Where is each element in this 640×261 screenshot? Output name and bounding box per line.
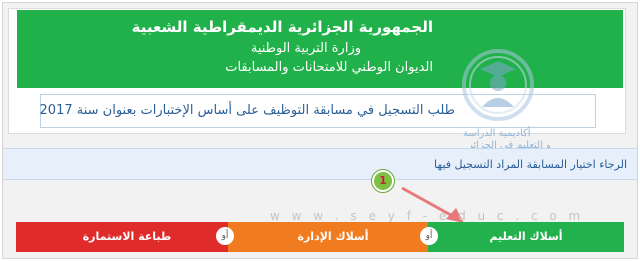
watermark-academy-line1: أكاديمية الدراسة (463, 128, 531, 139)
administration-corps-button[interactable]: أسلاك الإدارة (228, 222, 438, 252)
office-name: الديوان الوطني للامتحانات والمسابقات (225, 60, 433, 75)
step-number-badge: 1 (372, 170, 394, 192)
or-separator: أو (216, 227, 234, 245)
exam-type-buttons: طباعة الاستمارة أسلاك الإدارة أسلاك التع… (16, 222, 624, 252)
page-title: طلب التسجيل في مسابقة التوظيف على أساس ا… (39, 103, 455, 118)
teaching-corps-button[interactable]: أسلاك التعليم (428, 222, 624, 252)
or-separator: أو (420, 227, 438, 245)
republic-name: الجمهورية الجزائرية الديمقراطية الشعبية (131, 18, 433, 36)
teaching-corps-label: أسلاك التعليم (489, 230, 563, 243)
administration-corps-label: أسلاك الإدارة (297, 230, 369, 243)
instruction-text: الرجاء اختيار المسابقة المراد التسجيل في… (434, 158, 627, 171)
ministry-name: وزارة التربية الوطنية (250, 41, 361, 56)
instruction-bar: الرجاء اختيار المسابقة المراد التسجيل في… (3, 148, 637, 180)
watermark-url: w w w . s e y f - e d u c . c o m (270, 209, 585, 223)
print-form-label: طباعة الاستمارة (82, 230, 172, 243)
print-form-button[interactable]: طباعة الاستمارة (16, 222, 238, 252)
